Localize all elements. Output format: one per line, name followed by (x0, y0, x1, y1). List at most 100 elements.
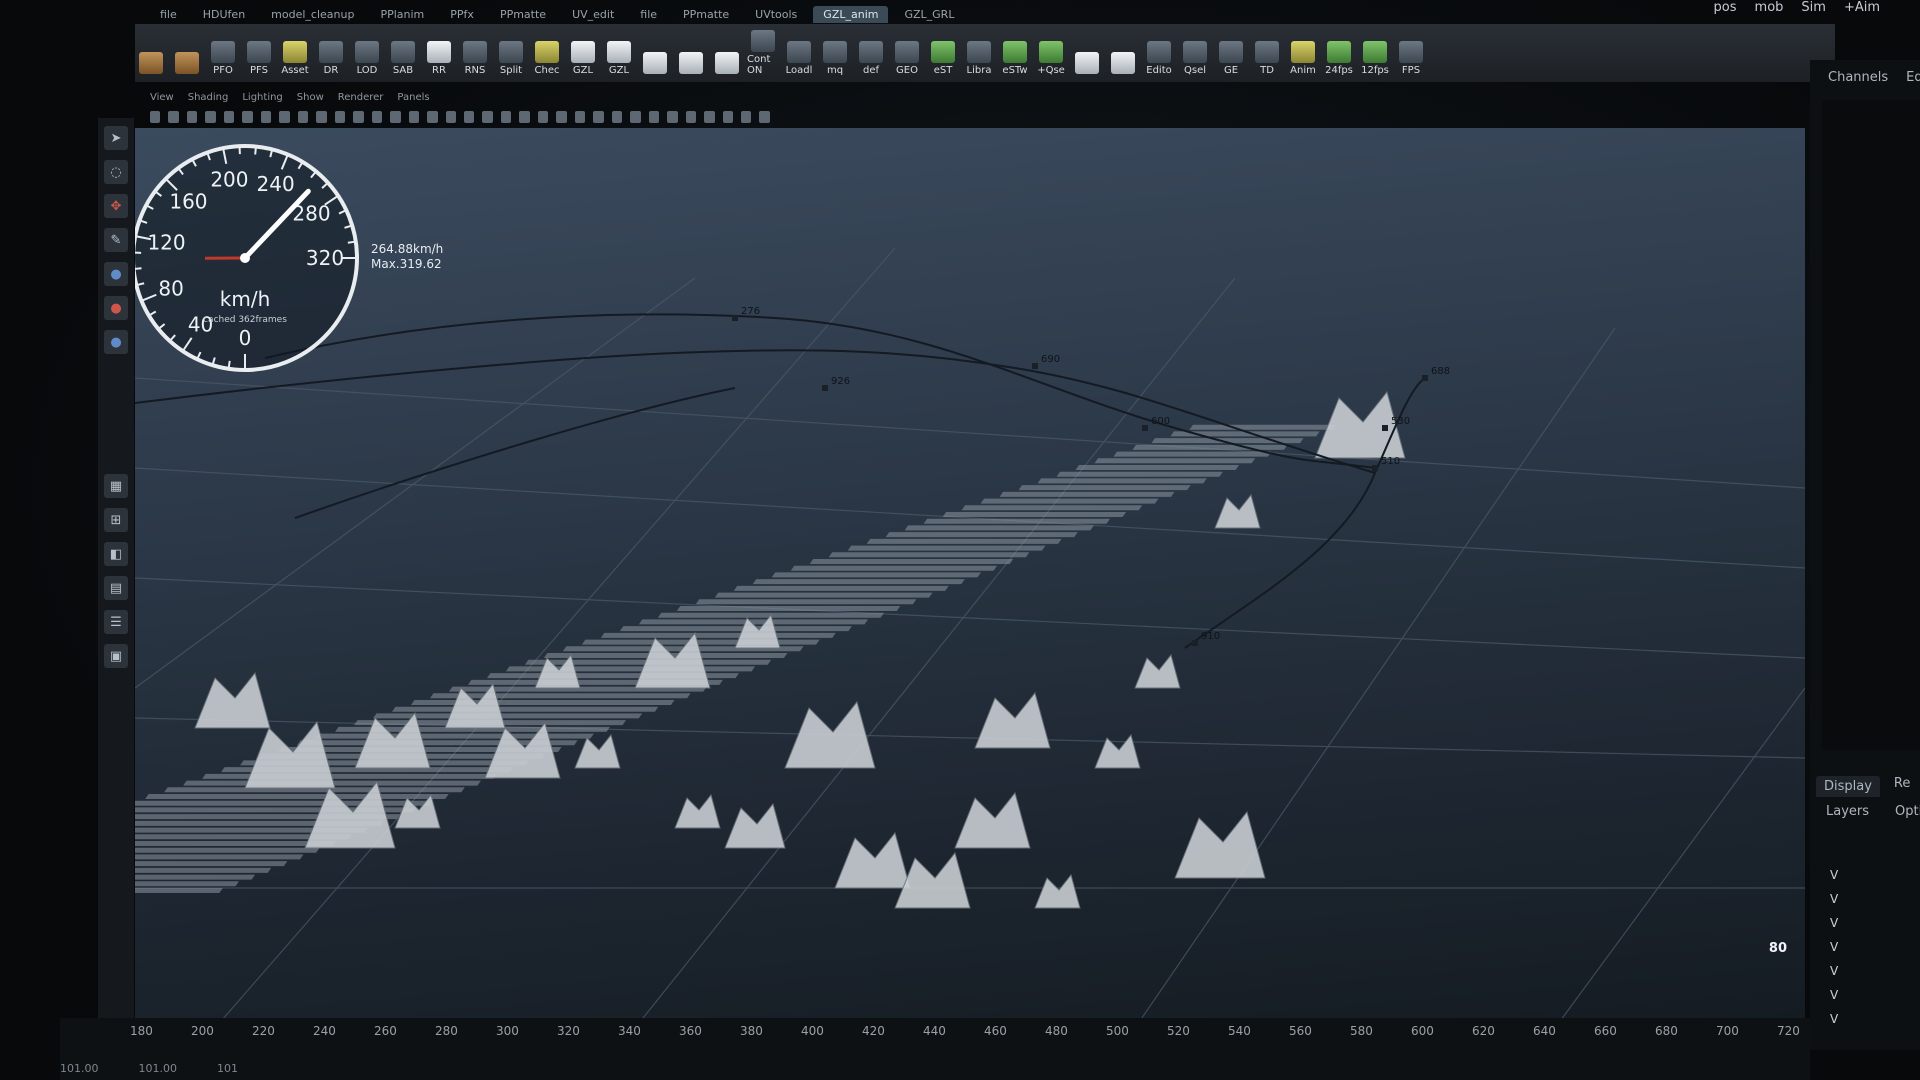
four-view-layout-icon[interactable]: ⊞ (104, 508, 128, 532)
layer-visibility-toggle[interactable]: V (1830, 964, 1838, 978)
3d-viewport[interactable]: 276 690 600 926 510 688 530 910 0 40 80 120 160 200 2… (135, 128, 1805, 1028)
shelf-tool-button[interactable]: Cont ON (747, 30, 779, 76)
shelf-tool-button[interactable]: PFS (243, 30, 275, 76)
viewport-toggle-icon[interactable] (353, 111, 364, 123)
shelf-tool-button[interactable]: Libra (963, 30, 995, 76)
viewport-toggle-icon[interactable] (150, 111, 161, 123)
viewport-toggle-icon[interactable] (741, 111, 752, 123)
shelf-tab[interactable]: model_cleanup (261, 6, 364, 23)
menu-lighting[interactable]: Lighting (242, 92, 282, 103)
shelf-tool-button[interactable]: 24fps (1323, 30, 1355, 76)
menu-renderer[interactable]: Renderer (338, 92, 384, 103)
viewport-toggle-icon[interactable] (260, 111, 272, 123)
shelf-tool-button[interactable] (171, 30, 203, 76)
shelf-tool-button[interactable]: GZL (603, 30, 635, 76)
custom-layout-icon[interactable]: ▣ (104, 644, 128, 668)
shelf-tool-button[interactable]: Qsel (1179, 30, 1211, 76)
viewport-toggle-icon[interactable] (427, 111, 438, 123)
shelf-tool-button[interactable] (1107, 30, 1139, 76)
shelf-tool-button[interactable] (675, 30, 707, 76)
viewport-toggle-icon[interactable] (408, 111, 420, 123)
menu-options[interactable]: Optio (1895, 804, 1920, 819)
viewport-toggle-icon[interactable] (611, 111, 623, 123)
shelf-tool-button[interactable]: TD (1251, 30, 1283, 76)
pos-button[interactable]: pos (1714, 0, 1737, 15)
shelf-tab[interactable]: PPfx (440, 6, 484, 23)
shelf-tool-button[interactable]: Edito (1143, 30, 1175, 76)
viewport-toggle-icon[interactable] (279, 111, 290, 123)
shelf-tool-button[interactable]: Anim (1287, 30, 1319, 76)
viewport-toggle-icon[interactable] (759, 111, 770, 123)
viewport-toggle-icon[interactable] (186, 111, 198, 123)
menu-shading[interactable]: Shading (188, 92, 229, 103)
shelf-tool-button[interactable]: +Qse (1035, 30, 1067, 76)
viewport-toggle-icon[interactable] (297, 111, 309, 123)
shelf-tool-button[interactable]: SAB (387, 30, 419, 76)
shelf-tool-button[interactable]: mq (819, 30, 851, 76)
side-by-side-layout-icon[interactable]: ◧ (104, 542, 128, 566)
tab-render[interactable]: Re (1894, 776, 1910, 797)
layer-visibility-toggle[interactable]: V (1830, 868, 1838, 882)
shelf-tool-button[interactable]: GE (1215, 30, 1247, 76)
viewport-toggle-icon[interactable] (630, 111, 641, 123)
shelf-tab[interactable]: file (630, 6, 667, 23)
viewport-toggle-icon[interactable] (242, 111, 253, 123)
shelf-tool-button[interactable]: RR (423, 30, 455, 76)
shelf-tool-button[interactable]: FPS (1395, 30, 1427, 76)
lasso-tool-icon[interactable]: ◌ (104, 160, 128, 184)
paint-tool-icon[interactable]: ✎ (104, 228, 128, 252)
viewport-toggle-icon[interactable] (519, 111, 530, 123)
layer-visibility-toggle[interactable]: V (1830, 988, 1838, 1002)
shelf-tool-button[interactable] (711, 30, 743, 76)
viewport-toggle-icon[interactable] (463, 111, 475, 123)
layer-visibility-toggle[interactable]: V (1830, 916, 1838, 930)
layer-visibility-toggle[interactable]: V (1830, 1012, 1838, 1026)
shelf-tool-button[interactable]: RNS (459, 30, 491, 76)
shelf-tab[interactable]: GZL_anim (813, 5, 889, 23)
menu-show[interactable]: Show (297, 92, 324, 103)
scale-tool-icon[interactable]: ● (104, 296, 128, 320)
shelf-tab[interactable]: UV_edit (562, 6, 624, 23)
viewport-toggle-icon[interactable] (574, 111, 586, 123)
manipulator-tool-icon[interactable]: ● (104, 330, 128, 354)
tab-display[interactable]: Display (1816, 776, 1880, 797)
shelf-tool-button[interactable] (135, 30, 167, 76)
shelf-tool-button[interactable]: def (855, 30, 887, 76)
shelf-tool-button[interactable] (639, 30, 671, 76)
shelf-tool-button[interactable]: GZL (567, 30, 599, 76)
single-view-layout-icon[interactable]: ▦ (104, 474, 128, 498)
shelf-tool-button[interactable]: Asset (279, 30, 311, 76)
shelf-tool-button[interactable]: GEO (891, 30, 923, 76)
viewport-toggle-icon[interactable] (390, 111, 401, 123)
range-current-field[interactable]: 101.00 (139, 1062, 178, 1075)
viewport-toggle-icon[interactable] (445, 111, 456, 123)
shelf-tool-button[interactable] (1071, 30, 1103, 76)
mob-button[interactable]: mob (1755, 0, 1784, 15)
shelf-tool-button[interactable]: Split (495, 30, 527, 76)
viewport-toggle-icon[interactable] (334, 111, 346, 123)
outliner-layout-icon[interactable]: ☰ (104, 610, 128, 634)
viewport-toggle-icon[interactable] (593, 111, 604, 123)
shelf-tool-button[interactable]: 12fps (1359, 30, 1391, 76)
shelf-tool-button[interactable]: eSTw (999, 30, 1031, 76)
menu-view[interactable]: View (150, 92, 174, 103)
range-start-field[interactable]: 101.00 (60, 1062, 99, 1075)
shelf-tool-button[interactable]: PFO (207, 30, 239, 76)
viewport-toggle-icon[interactable] (704, 111, 715, 123)
rotate-tool-icon[interactable]: ● (104, 262, 128, 286)
shelf-tool-button[interactable]: eST (927, 30, 959, 76)
shelf-tab[interactable]: UVtools (745, 6, 807, 23)
aim-button[interactable]: +Aim (1844, 0, 1880, 15)
tab-edit[interactable]: Ed (1906, 70, 1920, 85)
viewport-toggle-icon[interactable] (537, 111, 549, 123)
move-tool-icon[interactable]: ✥ (104, 194, 128, 218)
viewport-toggle-icon[interactable] (482, 111, 493, 123)
viewport-toggle-icon[interactable] (648, 111, 660, 123)
shelf-tool-button[interactable]: LOD (351, 30, 383, 76)
shelf-tool-button[interactable]: DR (315, 30, 347, 76)
viewport-toggle-icon[interactable] (667, 111, 678, 123)
menu-layers[interactable]: Layers (1826, 804, 1869, 819)
persp-graph-layout-icon[interactable]: ▤ (104, 576, 128, 600)
layer-visibility-toggle[interactable]: V (1830, 892, 1838, 906)
tab-channels[interactable]: Channels (1828, 70, 1888, 85)
